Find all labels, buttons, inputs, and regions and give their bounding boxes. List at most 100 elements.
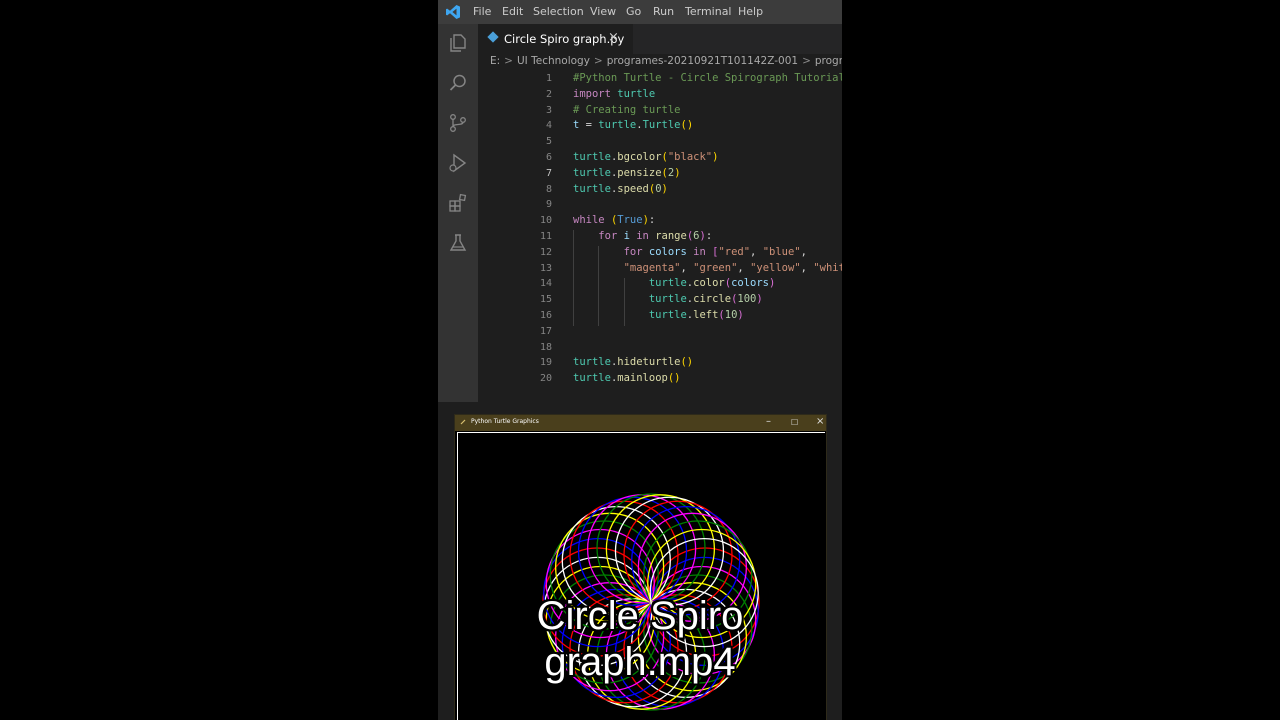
menu-run[interactable]: Run [653,5,674,18]
code-line: turtle.speed(0) [573,183,668,195]
code-token: circle [693,293,732,306]
code-token: () [667,372,681,385]
code-token: "black" [667,151,713,163]
line-number: 14 [539,278,552,290]
maximize-button[interactable]: ☐ [791,418,798,427]
breadcrumb-separator: > [593,55,603,67]
menu-go[interactable]: Go [626,5,641,18]
minimize-button[interactable]: – [766,416,771,427]
code-token: 10 [724,309,738,321]
breadcrumb-programes-folder[interactable]: programes-20210921T101142Z-001 [607,55,798,67]
code-token: , [800,245,807,258]
line-number: 12 [539,246,552,258]
code-token: , [750,245,763,258]
menu-terminal[interactable]: Terminal [685,5,732,18]
code-token: # Creating turtle [573,103,681,116]
code-token: ) [769,277,776,290]
menu-selection[interactable]: Selection [533,5,584,18]
line-number: 19 [539,357,552,369]
menu-view[interactable]: View [590,5,616,18]
code-token: mainloop [617,372,668,385]
line-number: 7 [545,167,552,179]
breadcrumb-separator: > [504,55,513,67]
search-icon[interactable] [447,72,469,94]
code-token: ) [674,166,681,179]
code-line: turtle.mainloop() [573,372,681,384]
code-line: # Creating turtle [573,104,680,116]
menu-help[interactable]: Help [738,5,763,18]
line-number: 15 [539,294,552,306]
code-line: t = turtle.Turtle() [573,119,693,131]
code-token: colors [642,245,694,258]
tab-close-icon[interactable]: × [608,30,619,45]
code-editor[interactable]: 1 #Python Turtle - Circle Spirograph Tuto… [478,71,842,401]
menu-edit[interactable]: Edit [502,5,523,18]
line-number: 10 [539,215,552,227]
breadcrumb-programes[interactable]: programes [815,55,842,67]
close-button[interactable]: × [816,416,824,427]
code-token: turtle [648,293,687,306]
code-line: turtle.left(10) [573,309,744,321]
code-line: turtle.hideturtle() [573,356,693,368]
code-token: in [693,245,706,258]
code-token: for [598,230,618,242]
code-token: left [693,309,719,321]
line-number: 11 [539,231,552,242]
code-token: #Python Turtle - Circle Spirograph Tutor… [573,72,842,84]
menu-bar: File Edit Selection View Go Run Terminal… [438,0,842,24]
caption-line-1: Circle Spiro [536,594,744,638]
code-token: , [680,261,694,274]
line-number: 17 [539,325,552,337]
breadcrumb-drive[interactable]: E: [490,55,500,67]
line-number: 1 [545,73,552,84]
video-caption: Circle Spiro graph.mp4 [438,593,842,685]
tab-circle-spiro-graph[interactable]: Circle Spiro graph.py × [478,24,633,54]
code-token: turtle [598,119,637,132]
code-token: , [800,261,814,274]
code-line: for i in range(6): [573,230,712,242]
code-token: turtle [573,151,611,163]
turtle-window-title: Python Turtle Graphics [471,418,539,425]
code-token: "blue" [762,245,801,258]
activity-bar [438,24,478,402]
run-debug-icon[interactable] [447,152,469,174]
code-token: "red" [718,245,751,258]
code-token: ) [756,293,763,306]
line-number: 18 [539,341,552,353]
code-token: () [680,119,694,132]
code-token: ) [737,309,744,321]
code-line: while (True): [573,214,655,226]
code-line: turtle.color(colors) [573,277,775,289]
code-token: () [680,356,694,369]
code-line: for colors in ["red", "blue", [573,246,807,258]
breadcrumb-ui-technology[interactable]: UI Technology [517,55,590,67]
line-number: 2 [545,88,552,100]
tab-label: Circle Spiro graph.py [504,32,625,46]
line-number: 8 [545,183,552,195]
code-token: color [693,277,725,290]
menu-file[interactable]: File [473,5,491,18]
line-number: 16 [539,310,552,321]
explorer-icon[interactable] [447,32,469,54]
line-number: 3 [545,104,552,116]
extensions-icon[interactable] [447,192,469,214]
code-token: = [579,119,599,132]
code-token: turtle [610,87,656,100]
code-token: turtle [648,277,687,290]
turtle-window-titlebar: Python Turtle Graphics – ☐ × [455,415,826,431]
line-number: 6 [545,152,552,163]
code-token: i [617,230,637,242]
source-control-icon[interactable] [447,112,469,134]
breadcrumb: E: > UI Technology > programes-20210921T1011… [490,55,842,71]
video-frame: File Edit Selection View Go Run Terminal… [438,0,842,720]
testing-icon[interactable] [447,232,469,254]
code-token: ) [712,151,719,163]
code-line: turtle.bgcolor("black") [573,151,718,163]
code-token: pensize [617,166,662,179]
code-token: turtle [573,182,611,195]
code-token: turtle [573,372,611,385]
code-token: hideturtle [617,356,681,369]
code-token: True [617,214,643,227]
